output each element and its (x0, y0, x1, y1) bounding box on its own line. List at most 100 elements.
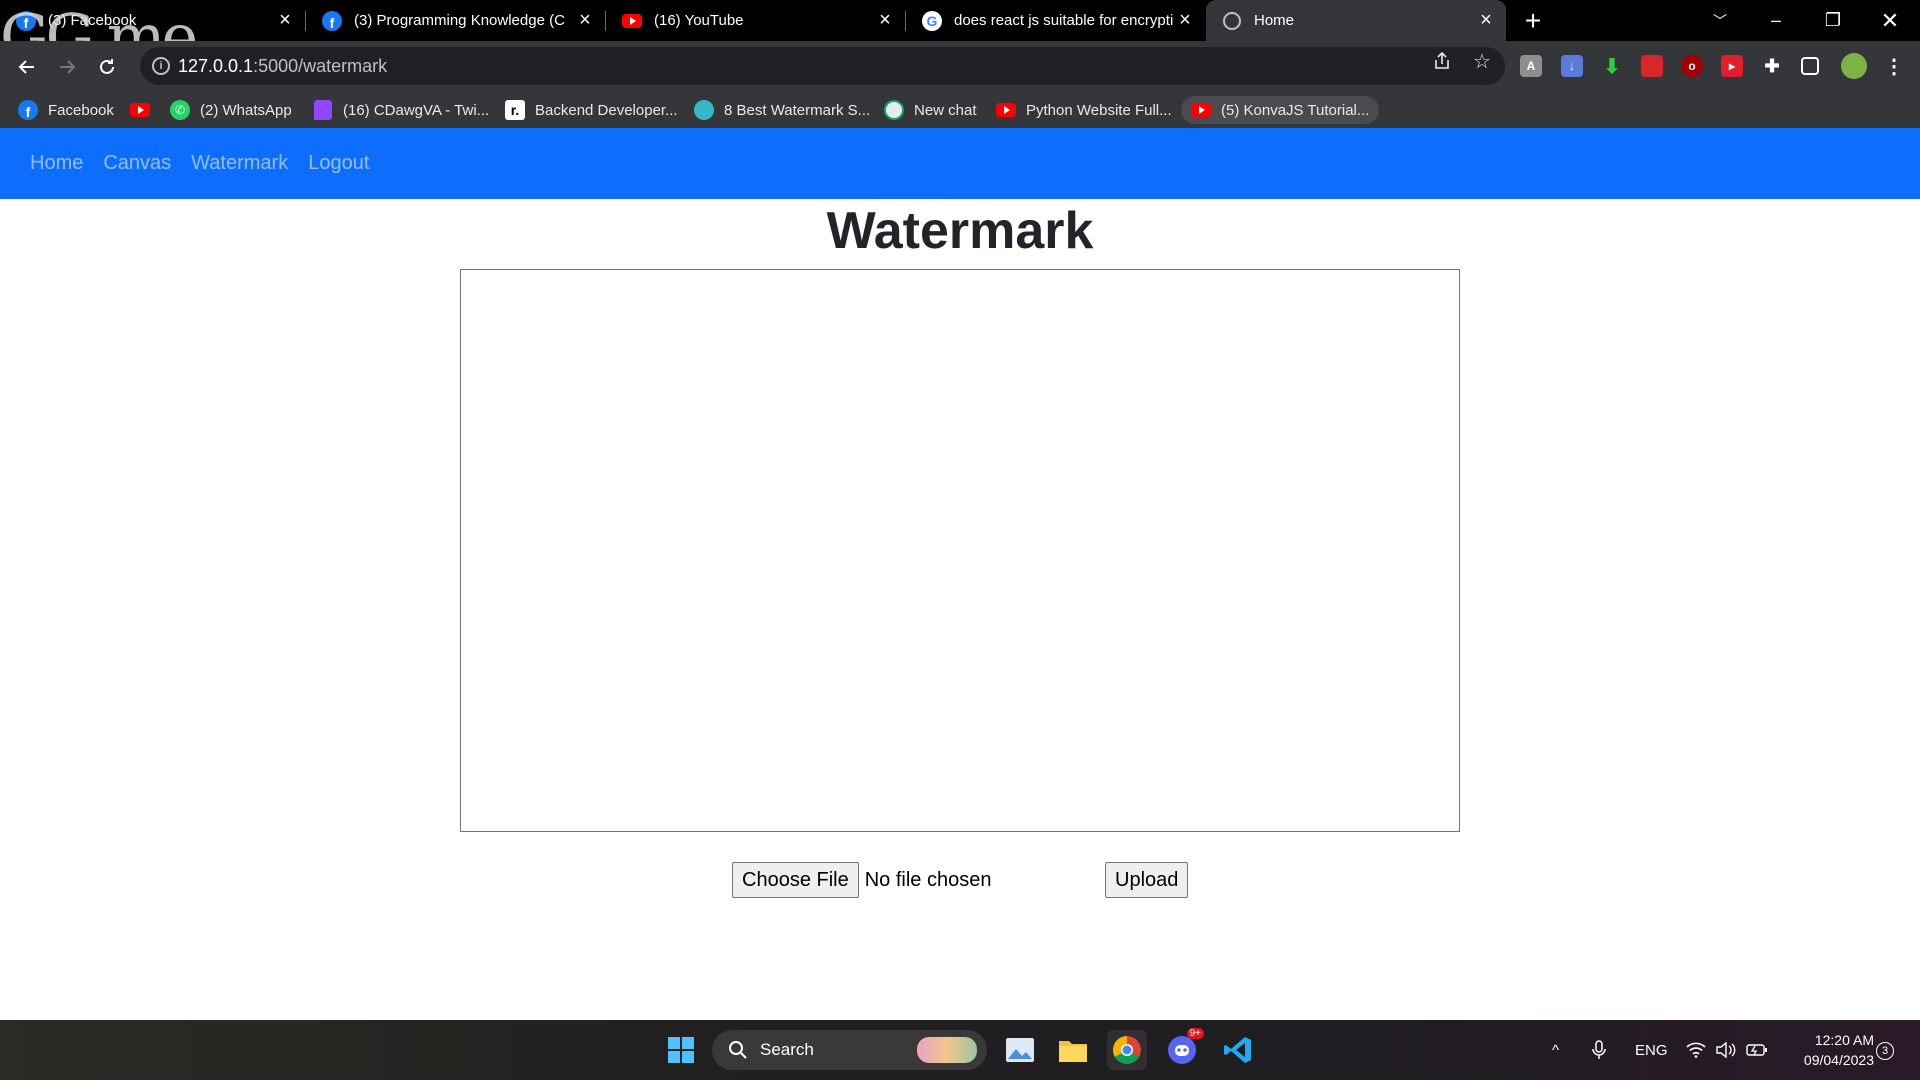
nav-canvas[interactable]: Canvas (93, 152, 181, 175)
tab-google-search[interactable]: G does react js suitable for encrypti × (906, 0, 1205, 41)
bookmark-python-website[interactable]: Python Website Full... (996, 96, 1172, 124)
extension-download-icon[interactable]: ↓ (1561, 55, 1583, 77)
youtube-icon (996, 100, 1016, 120)
file-explorer-icon[interactable] (1053, 1030, 1093, 1070)
clock-time: 12:20 AM (1814, 1032, 1874, 1048)
tab-title: (16) YouTube (654, 12, 744, 29)
bookmark-konvajs-tutorial[interactable]: (5) KonvaJS Tutorial... (1181, 96, 1380, 124)
bookmark-label: Python Website Full... (1026, 101, 1172, 119)
windows-taskbar: Search 9+ ^ ENG 12:20 AM 09/04/2023 3 (0, 1020, 1920, 1080)
profile-avatar[interactable] (1841, 53, 1867, 79)
file-input[interactable]: Choose File No file chosen (732, 862, 991, 898)
upload-button[interactable]: Upload (1105, 862, 1189, 898)
choose-file-button[interactable]: Choose File (732, 862, 859, 898)
wifi-icon[interactable] (1686, 1020, 1706, 1080)
battery-icon[interactable] (1746, 1020, 1768, 1080)
close-icon[interactable]: × (273, 9, 297, 33)
youtube-icon (130, 100, 150, 120)
close-icon[interactable]: × (1474, 9, 1498, 33)
tab-youtube[interactable]: (16) YouTube × (606, 0, 905, 41)
microphone-icon[interactable] (1592, 1020, 1606, 1080)
reload-icon[interactable] (92, 52, 122, 82)
tab-facebook[interactable]: f (3) Facebook × (0, 0, 305, 41)
system-clock[interactable]: 12:20 AM 09/04/2023 (1780, 1030, 1874, 1070)
tab-home[interactable]: Home × (1206, 0, 1506, 41)
extension-green-arrow-icon[interactable]: ⬇ (1601, 55, 1623, 78)
share-icon[interactable] (1431, 50, 1453, 72)
twitch-icon (313, 100, 333, 120)
google-icon: G (922, 10, 942, 31)
extensions-puzzle-icon[interactable]: ✚ (1761, 55, 1783, 77)
bookmark-watermark-software[interactable]: 8 Best Watermark S... (694, 96, 870, 124)
discord-icon[interactable]: 9+ (1162, 1028, 1204, 1070)
bookmark-twitch[interactable]: (16) CDawgVA - Twi... (313, 96, 489, 124)
tab-strip: f (3) Facebook × f (3) Programming Knowl… (0, 0, 1920, 68)
facebook-icon: f (16, 10, 36, 31)
close-icon[interactable]: × (873, 9, 897, 33)
bookmark-new-chat[interactable]: New chat (884, 96, 977, 124)
search-highlight-illustration-icon (917, 1037, 977, 1063)
close-window-icon[interactable]: ✕ (1862, 0, 1918, 41)
minimize-icon[interactable]: – (1748, 0, 1804, 41)
volume-icon[interactable] (1716, 1020, 1736, 1080)
bookmark-backend-developer[interactable]: r. Backend Developer... (505, 96, 678, 124)
extension-ublock-icon[interactable]: o (1681, 55, 1703, 77)
search-icon (726, 1038, 750, 1062)
youtube-icon (1191, 100, 1211, 120)
bookmark-label: (16) CDawgVA - Twi... (343, 101, 490, 119)
nav-watermark[interactable]: Watermark (181, 152, 298, 175)
bookmark-label: (5) KonvaJS Tutorial... (1221, 101, 1370, 119)
close-icon[interactable]: × (573, 9, 597, 33)
bookmark-label: 8 Best Watermark S... (724, 101, 871, 119)
roadmap-icon: r. (505, 100, 525, 120)
tab-title: (3) Programming Knowledge (C (354, 12, 565, 29)
tab-programming-knowledge[interactable]: f (3) Programming Knowledge (C × (306, 0, 605, 41)
nav-home[interactable]: Home (20, 152, 93, 175)
globe-icon (1222, 11, 1242, 31)
no-file-text: No file chosen (864, 868, 992, 891)
whatsapp-icon: ✆ (170, 100, 190, 120)
close-icon[interactable]: × (1173, 9, 1197, 33)
site-info-icon[interactable]: i (152, 57, 170, 75)
tab-title: does react js suitable for encrypti (954, 12, 1173, 29)
notification-count-badge[interactable]: 3 (1876, 1042, 1894, 1060)
site-navbar: Home Canvas Watermark Logout (0, 128, 1920, 199)
photos-app-icon[interactable] (1000, 1030, 1040, 1070)
tab-search-chevron-icon[interactable]: ﹀ (1692, 0, 1748, 41)
restore-icon[interactable]: ❐ (1805, 0, 1861, 41)
bookmark-label: Backend Developer... (535, 101, 678, 119)
bookmark-label: New chat (914, 101, 977, 119)
nav-logout[interactable]: Logout (298, 152, 379, 175)
watermark-site-icon (694, 100, 714, 120)
extension-translate-icon[interactable]: A (1520, 55, 1542, 77)
language-indicator[interactable]: ENG (1635, 1020, 1668, 1080)
bookmark-label: Facebook (48, 101, 114, 119)
extension-youtube-icon[interactable]: ▸ (1721, 55, 1743, 77)
bookmark-whatsapp[interactable]: ✆ (2) WhatsApp (170, 96, 292, 124)
tray-overflow-chevron-icon[interactable]: ^ (1552, 1020, 1559, 1080)
bookmarks-bar: f Facebook ✆ (2) WhatsApp (16) CDawgVA -… (0, 91, 1920, 128)
watermark-canvas[interactable] (460, 269, 1460, 832)
extension-red-book-icon[interactable] (1641, 55, 1663, 77)
chrome-taskbar-icon[interactable] (1107, 1030, 1147, 1070)
bookmark-star-icon[interactable]: ☆ (1471, 50, 1493, 73)
side-panel-icon[interactable] (1801, 57, 1819, 75)
search-label: Search (760, 1040, 814, 1059)
url-text: 127.0.0.1:5000/watermark (178, 55, 388, 76)
page-title: Watermark (826, 202, 1094, 260)
bookmark-youtube[interactable] (130, 96, 160, 124)
new-tab-button[interactable]: + (1518, 5, 1548, 36)
bookmark-label: (2) WhatsApp (200, 101, 292, 119)
vscode-icon[interactable] (1218, 1030, 1258, 1070)
browser-toolbar: i 127.0.0.1:5000/watermark ☆ A ↓ ⬇ o ▸ ✚… (0, 41, 1920, 91)
forward-arrow-icon[interactable] (52, 52, 82, 82)
taskbar-search-box[interactable]: Search (712, 1030, 987, 1070)
windows-start-icon[interactable] (661, 1030, 701, 1070)
back-arrow-icon[interactable] (12, 52, 42, 82)
tab-title: Home (1254, 12, 1295, 29)
facebook-icon: f (322, 10, 342, 31)
bookmark-facebook[interactable]: f Facebook (18, 96, 114, 124)
address-bar[interactable]: i 127.0.0.1:5000/watermark (140, 47, 1505, 85)
menu-kebab-icon[interactable]: ⋮ (1883, 55, 1905, 78)
chatgpt-icon (884, 100, 904, 120)
